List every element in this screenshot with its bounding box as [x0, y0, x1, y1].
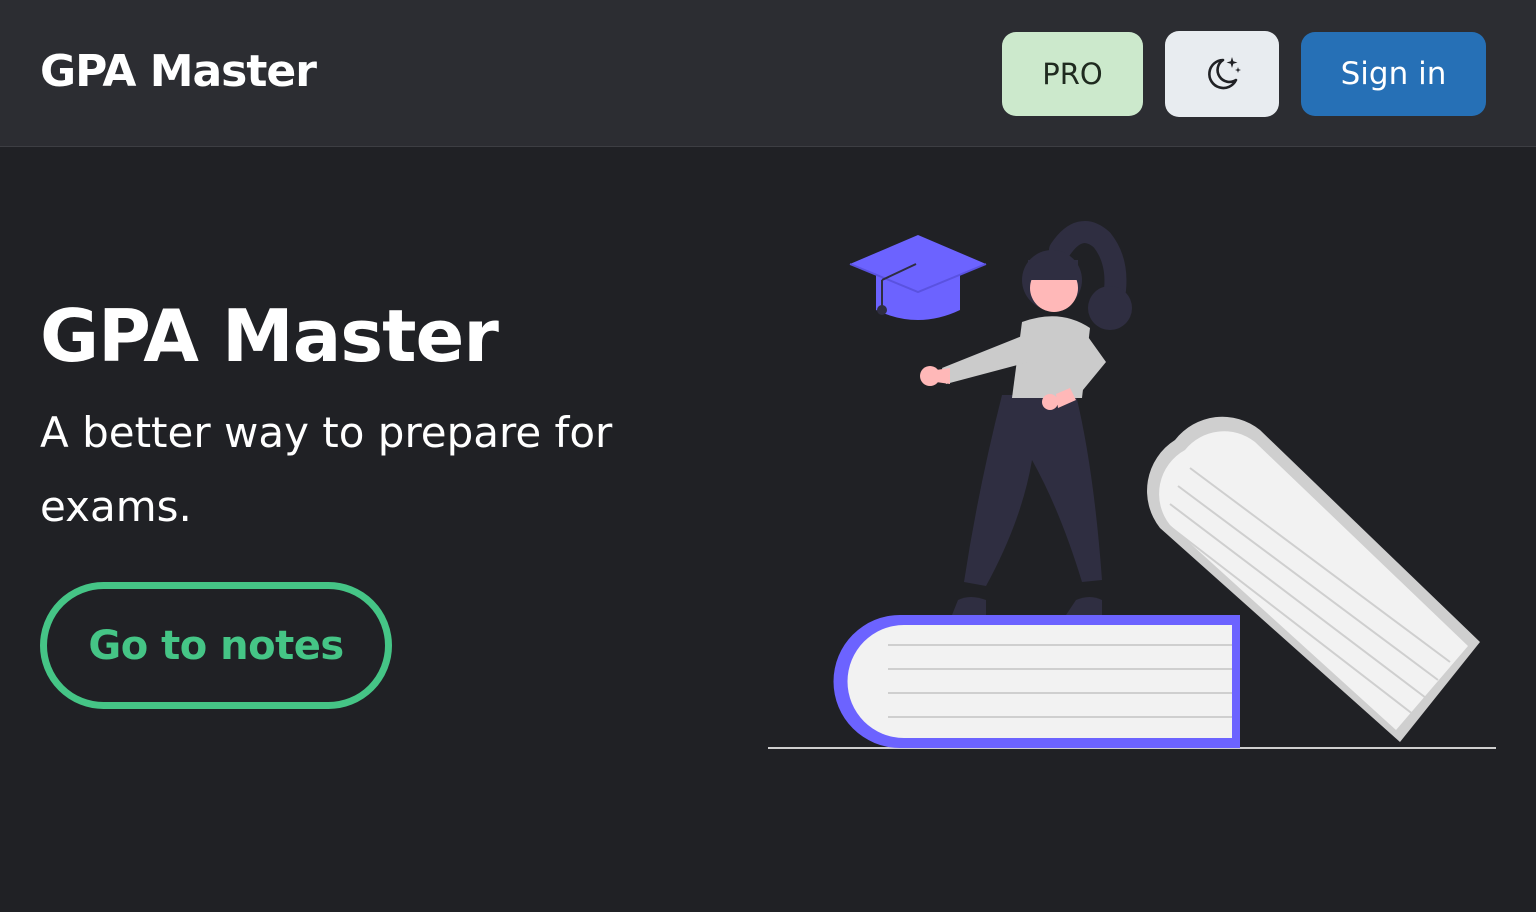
- hero-title: GPA Master: [40, 294, 499, 378]
- brand-logo-text[interactable]: GPA Master: [40, 44, 317, 100]
- go-to-notes-button[interactable]: Go to notes: [40, 582, 392, 709]
- sign-in-button[interactable]: Sign in: [1301, 32, 1486, 116]
- student-books-illustration: [768, 221, 1496, 749]
- top-navbar: GPA Master PRO Sign in: [0, 0, 1536, 147]
- pro-button[interactable]: PRO: [1002, 32, 1143, 116]
- theme-toggle-button[interactable]: [1165, 31, 1279, 117]
- moon-stars-icon: [1208, 57, 1241, 90]
- hero-subtitle: A better way to prepare for exams.: [40, 408, 613, 531]
- graduation-cap-icon: [849, 235, 987, 320]
- bottom-book: [833, 615, 1240, 748]
